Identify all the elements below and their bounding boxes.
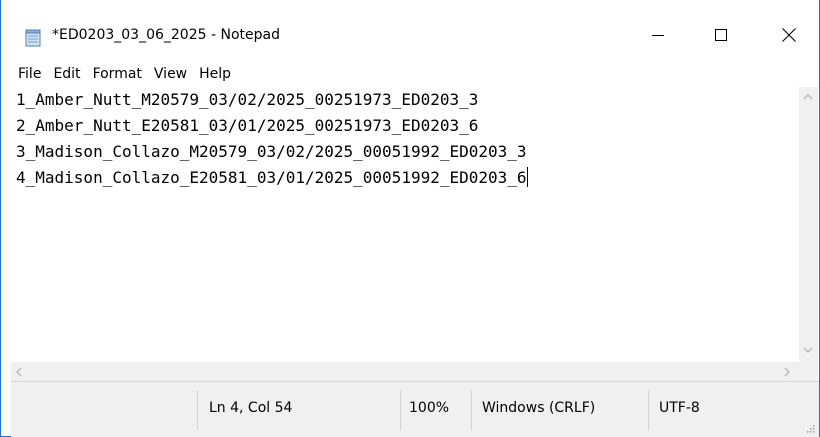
menu-format[interactable]: Format: [87, 63, 148, 85]
status-divider: [648, 390, 649, 430]
text-line: 1_Amber_Nutt_M20579_03/02/2025_00251973_…: [11, 87, 797, 113]
vertical-scrollbar[interactable]: [799, 87, 818, 362]
menu-file[interactable]: File: [1, 63, 47, 85]
text-editor[interactable]: 1_Amber_Nutt_M20579_03/02/2025_00251973_…: [11, 87, 797, 362]
text-line-content: 3_Madison_Collazo_M20579_03/02/2025_0005…: [16, 142, 527, 161]
status-cursor-position: Ln 4, Col 54: [209, 400, 293, 416]
scrollbar-corner: [799, 362, 818, 381]
status-encoding: UTF-8: [659, 400, 700, 416]
status-divider: [197, 390, 198, 430]
resize-grip-icon[interactable]: [805, 423, 815, 433]
status-divider: [471, 390, 472, 430]
text-caret: [526, 167, 528, 187]
text-line-content: 1_Amber_Nutt_M20579_03/02/2025_00251973_…: [16, 90, 479, 109]
text-line-content: 2_Amber_Nutt_E20581_03/01/2025_00251973_…: [16, 116, 479, 135]
scroll-right-arrow-icon[interactable]: [783, 367, 791, 377]
title-bar[interactable]: *ED0203_03_06_2025 - Notepad: [1, 8, 819, 62]
minimize-icon: [652, 35, 664, 36]
close-icon: [782, 28, 796, 42]
text-line: 4_Madison_Collazo_E20581_03/01/2025_0005…: [11, 165, 797, 191]
maximize-icon: [715, 29, 727, 41]
text-line-content: 4_Madison_Collazo_E20581_03/01/2025_0005…: [16, 168, 527, 187]
window-title: *ED0203_03_06_2025 - Notepad: [52, 27, 280, 43]
menu-help[interactable]: Help: [193, 63, 237, 85]
status-bar: Ln 4, Col 54 100% Windows (CRLF) UTF-8: [11, 381, 819, 437]
minimize-button[interactable]: [635, 8, 681, 62]
menu-bar: File Edit Format View Help: [1, 62, 819, 86]
close-button[interactable]: [766, 8, 812, 62]
maximize-button[interactable]: [698, 8, 744, 62]
status-line-ending: Windows (CRLF): [482, 400, 596, 416]
text-line: 3_Madison_Collazo_M20579_03/02/2025_0005…: [11, 139, 797, 165]
scroll-down-arrow-icon[interactable]: [803, 346, 813, 354]
horizontal-scrollbar[interactable]: [11, 362, 799, 381]
notepad-window: *ED0203_03_06_2025 - Notepad File Edit F…: [0, 0, 820, 437]
menu-edit[interactable]: Edit: [47, 63, 86, 85]
scroll-left-arrow-icon[interactable]: [15, 367, 23, 377]
status-divider: [400, 390, 401, 430]
status-zoom: 100%: [409, 400, 450, 416]
scroll-up-arrow-icon[interactable]: [803, 93, 813, 101]
text-line: 2_Amber_Nutt_E20581_03/01/2025_00251973_…: [11, 113, 797, 139]
menu-view[interactable]: View: [148, 63, 193, 85]
notepad-icon: [25, 29, 41, 47]
